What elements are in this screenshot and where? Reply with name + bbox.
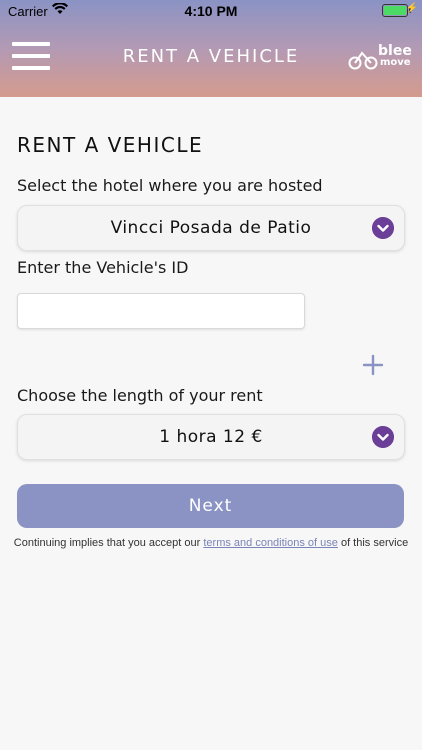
vehicle-id-input[interactable] bbox=[17, 293, 305, 329]
terms-link[interactable]: terms and conditions of use bbox=[203, 537, 338, 549]
logo-text-top: blee bbox=[378, 43, 412, 59]
page-title: RENT A VEHICLE bbox=[17, 133, 204, 157]
hotel-label: Select the hotel where you are hosted bbox=[17, 176, 323, 195]
terms-prefix: Continuing implies that you accept our bbox=[13, 537, 204, 549]
hotel-select[interactable]: Vincci Posada de Patio bbox=[17, 205, 405, 251]
rent-length-label: Choose the length of your rent bbox=[17, 386, 263, 405]
terms-suffix: of this service bbox=[337, 537, 409, 549]
app-header: Carrier 4:10 PM ⚡ RENT A VEHICLE blee mo… bbox=[0, 0, 422, 97]
rent-length-select[interactable]: 1 hora 12 € bbox=[17, 414, 405, 460]
chevron-down-icon bbox=[372, 217, 394, 239]
status-bar: Carrier 4:10 PM ⚡ bbox=[0, 0, 422, 24]
charging-icon: ⚡ bbox=[405, 3, 418, 14]
next-button[interactable]: Next bbox=[17, 484, 404, 528]
bicycle-icon bbox=[348, 51, 378, 70]
chevron-down-icon bbox=[372, 426, 394, 448]
battery-icon bbox=[382, 4, 411, 17]
logo-text-bottom: move bbox=[380, 57, 411, 68]
terms-notice: Continuing implies that you accept our t… bbox=[0, 537, 422, 550]
rent-length-value: 1 hora 12 € bbox=[159, 427, 263, 447]
hotel-select-value: Vincci Posada de Patio bbox=[110, 218, 312, 238]
plus-icon[interactable] bbox=[362, 354, 384, 376]
bleemove-logo: blee move bbox=[348, 44, 412, 72]
clock: 4:10 PM bbox=[184, 3, 238, 19]
vehicle-id-label: Enter the Vehicle's ID bbox=[17, 258, 189, 277]
